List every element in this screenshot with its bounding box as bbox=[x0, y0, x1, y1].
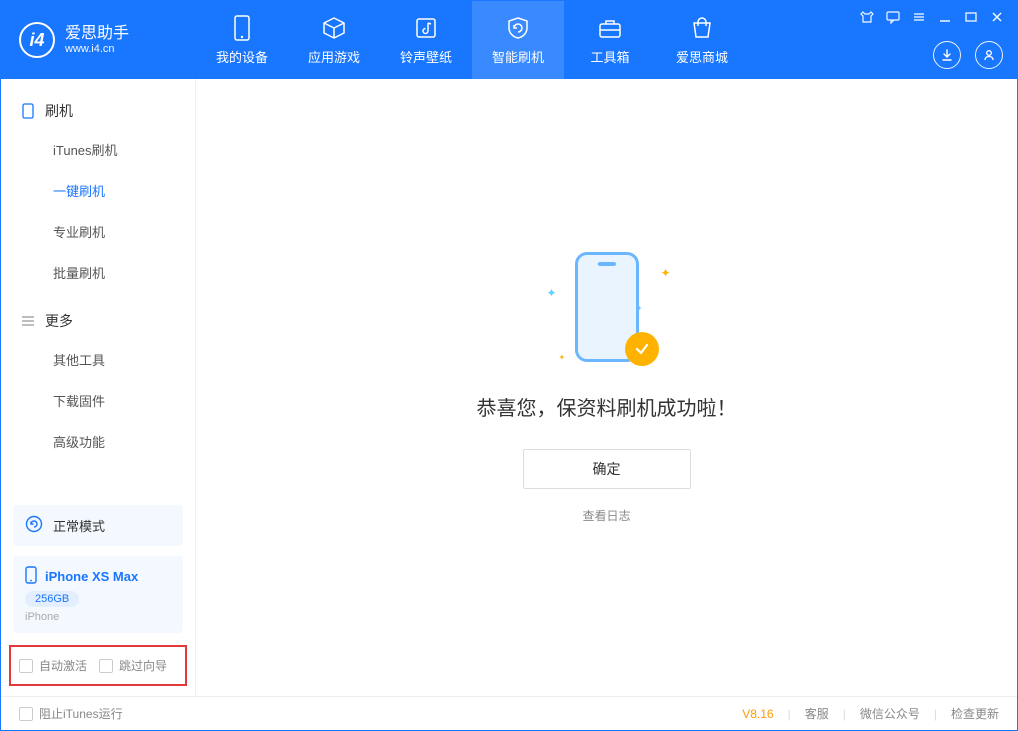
separator: | bbox=[934, 707, 937, 721]
mode-icon bbox=[25, 515, 43, 536]
tab-my-device[interactable]: 我的设备 bbox=[196, 1, 288, 79]
checkbox-label: 跳过向导 bbox=[119, 657, 167, 674]
tab-label: 工具箱 bbox=[590, 47, 629, 66]
version-label: V8.16 bbox=[742, 707, 773, 721]
sidebar-item-batch-flash[interactable]: 批量刷机 bbox=[1, 252, 195, 293]
app-title: 爱思助手 bbox=[65, 25, 129, 43]
device-name-row: iPhone XS Max bbox=[25, 566, 171, 587]
toolbox-icon bbox=[597, 15, 623, 41]
tab-ringtone-wallpaper[interactable]: 铃声壁纸 bbox=[380, 1, 472, 79]
phone-small-icon bbox=[21, 104, 35, 118]
logo-icon: i4 bbox=[19, 22, 55, 58]
sparkle-icon: ✦ bbox=[559, 353, 566, 362]
checkmark-badge-icon bbox=[625, 332, 659, 366]
checkbox-block-itunes[interactable]: 阻止iTunes运行 bbox=[19, 705, 123, 722]
logo-text: 爱思助手 www.i4.cn bbox=[65, 25, 129, 55]
list-icon bbox=[21, 314, 35, 328]
tab-smart-flash[interactable]: 智能刷机 bbox=[472, 1, 564, 79]
sidebar-group-more: 更多 bbox=[1, 303, 195, 339]
header: i4 爱思助手 www.i4.cn 我的设备 应用游戏 铃声壁纸 智能刷机 bbox=[1, 1, 1017, 79]
tab-apps-games[interactable]: 应用游戏 bbox=[288, 1, 380, 79]
sparkle-icon: ✦ bbox=[660, 266, 670, 280]
store-icon bbox=[689, 15, 715, 41]
device-icon bbox=[229, 15, 255, 41]
minimize-icon[interactable] bbox=[937, 9, 953, 25]
tab-label: 应用游戏 bbox=[308, 47, 360, 66]
header-actions bbox=[933, 41, 1003, 69]
checkbox-icon bbox=[99, 659, 113, 673]
checkbox-icon bbox=[19, 707, 33, 721]
refresh-shield-icon bbox=[505, 15, 531, 41]
mode-label: 正常模式 bbox=[53, 516, 105, 535]
separator: | bbox=[788, 707, 791, 721]
skin-icon[interactable] bbox=[859, 9, 875, 25]
view-log-link[interactable]: 查看日志 bbox=[582, 507, 630, 524]
body: 刷机 iTunes刷机 一键刷机 专业刷机 批量刷机 更多 其他工具 下载固件 … bbox=[1, 79, 1017, 696]
footer-link-wechat[interactable]: 微信公众号 bbox=[860, 705, 920, 722]
menu-icon[interactable] bbox=[911, 9, 927, 25]
logo-area: i4 爱思助手 www.i4.cn bbox=[1, 22, 196, 58]
sidebar-group-flash: 刷机 bbox=[1, 93, 195, 129]
sidebar-bottom-options: 自动激活 跳过向导 bbox=[9, 645, 187, 686]
footer-link-support[interactable]: 客服 bbox=[805, 705, 829, 722]
checkbox-auto-activate[interactable]: 自动激活 bbox=[19, 657, 87, 674]
device-card[interactable]: iPhone XS Max 256GB iPhone bbox=[13, 556, 183, 633]
main-content: ✦ ✦ ✦ ✦ 恭喜您，保资料刷机成功啦！ 确定 查看日志 bbox=[196, 79, 1017, 696]
tab-label: 我的设备 bbox=[216, 47, 268, 66]
success-illustration: ✦ ✦ ✦ ✦ bbox=[537, 252, 677, 372]
sidebar-item-pro-flash[interactable]: 专业刷机 bbox=[1, 211, 195, 252]
sidebar-item-oneclick-flash[interactable]: 一键刷机 bbox=[1, 170, 195, 211]
sidebar-item-advanced[interactable]: 高级功能 bbox=[1, 421, 195, 462]
device-mode-card[interactable]: 正常模式 bbox=[13, 505, 183, 546]
window-controls bbox=[859, 9, 1005, 25]
tab-store[interactable]: 爱思商城 bbox=[656, 1, 748, 79]
tab-toolbox[interactable]: 工具箱 bbox=[564, 1, 656, 79]
sidebar-item-itunes-flash[interactable]: iTunes刷机 bbox=[1, 129, 195, 170]
device-storage: 256GB bbox=[25, 591, 79, 607]
group-title: 更多 bbox=[45, 311, 73, 331]
separator: | bbox=[843, 707, 846, 721]
footer: 阻止iTunes运行 V8.16 | 客服 | 微信公众号 | 检查更新 bbox=[1, 696, 1017, 730]
sidebar-item-download-firmware[interactable]: 下载固件 bbox=[1, 380, 195, 421]
ok-button[interactable]: 确定 bbox=[523, 449, 691, 489]
footer-link-update[interactable]: 检查更新 bbox=[951, 705, 999, 722]
download-button[interactable] bbox=[933, 41, 961, 69]
tab-label: 爱思商城 bbox=[676, 47, 728, 66]
sidebar-scroll: 刷机 iTunes刷机 一键刷机 专业刷机 批量刷机 更多 其他工具 下载固件 … bbox=[1, 79, 195, 505]
music-note-icon bbox=[413, 15, 439, 41]
sidebar: 刷机 iTunes刷机 一键刷机 专业刷机 批量刷机 更多 其他工具 下载固件 … bbox=[1, 79, 196, 696]
sparkle-icon: ✦ bbox=[547, 286, 557, 300]
footer-right: V8.16 | 客服 | 微信公众号 | 检查更新 bbox=[742, 705, 999, 722]
tab-label: 智能刷机 bbox=[492, 47, 544, 66]
app-subtitle: www.i4.cn bbox=[65, 43, 129, 55]
success-message: 恭喜您，保资料刷机成功啦！ bbox=[477, 392, 737, 421]
nav-tabs: 我的设备 应用游戏 铃声壁纸 智能刷机 工具箱 爱思商城 bbox=[196, 1, 748, 79]
cube-icon bbox=[321, 15, 347, 41]
maximize-icon[interactable] bbox=[963, 9, 979, 25]
device-type: iPhone bbox=[25, 611, 171, 623]
group-title: 刷机 bbox=[45, 101, 73, 121]
tab-label: 铃声壁纸 bbox=[400, 47, 452, 66]
sidebar-item-other-tools[interactable]: 其他工具 bbox=[1, 339, 195, 380]
close-icon[interactable] bbox=[989, 9, 1005, 25]
app-window: i4 爱思助手 www.i4.cn 我的设备 应用游戏 铃声壁纸 智能刷机 bbox=[0, 0, 1018, 731]
checkbox-label: 自动激活 bbox=[39, 657, 87, 674]
user-button[interactable] bbox=[975, 41, 1003, 69]
device-name: iPhone XS Max bbox=[45, 569, 138, 584]
feedback-icon[interactable] bbox=[885, 9, 901, 25]
phone-icon bbox=[25, 566, 37, 587]
checkbox-label: 阻止iTunes运行 bbox=[39, 705, 123, 722]
checkbox-icon bbox=[19, 659, 33, 673]
checkbox-skip-guide[interactable]: 跳过向导 bbox=[99, 657, 167, 674]
